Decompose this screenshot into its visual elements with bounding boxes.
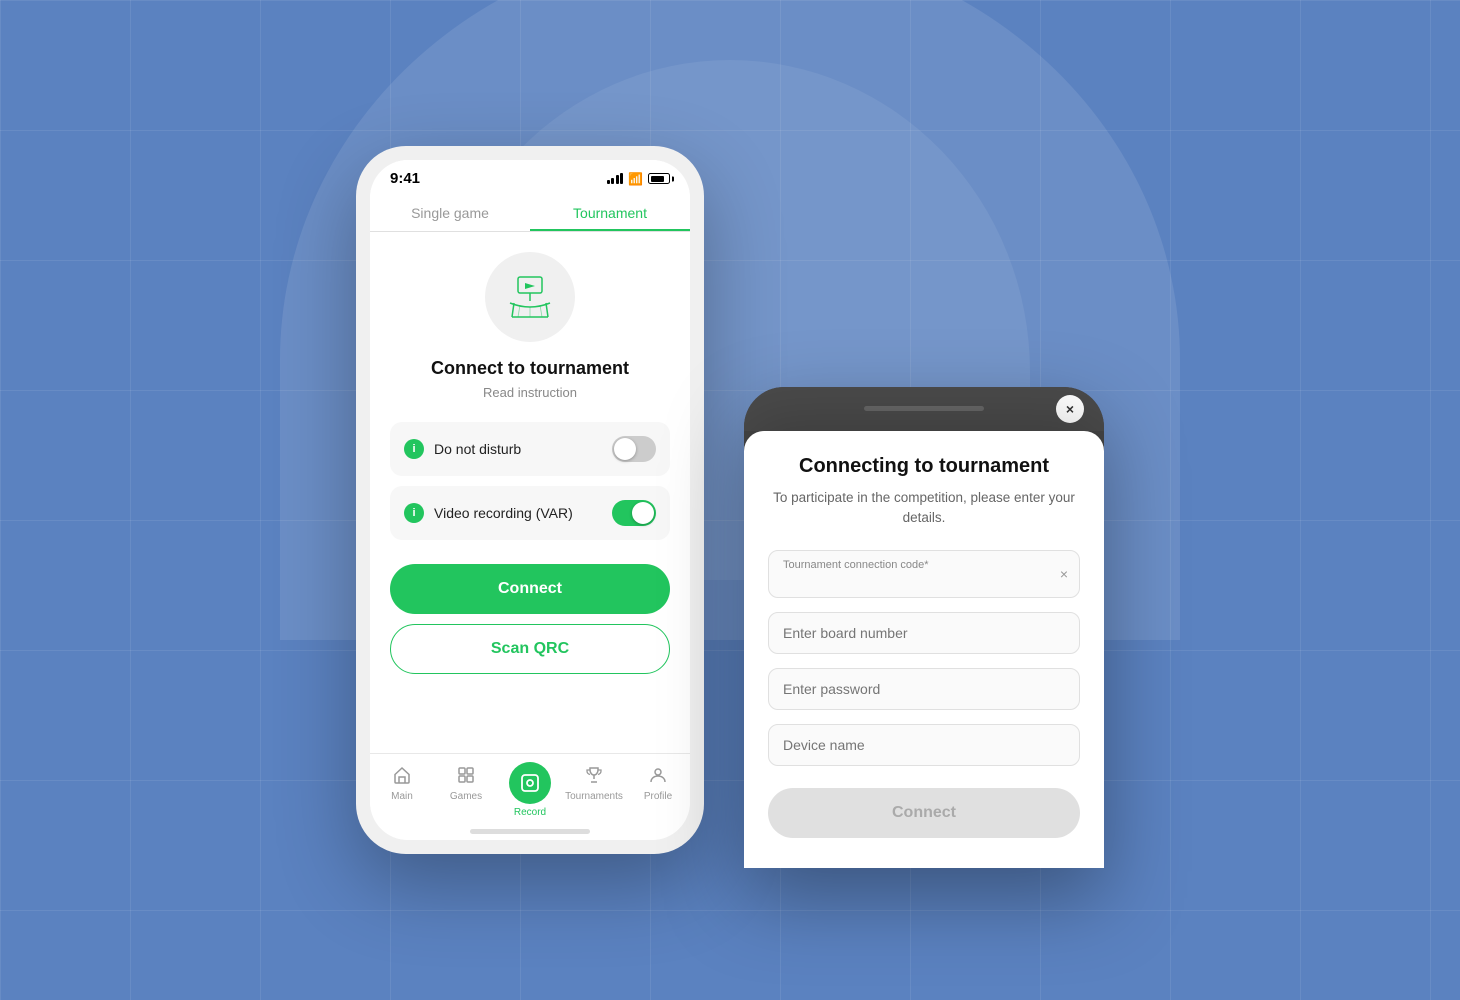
profile-icon [645, 762, 671, 788]
password-input[interactable] [768, 668, 1080, 710]
status-bar: 9:41 📶 [370, 160, 690, 193]
device-name-field-wrap [768, 724, 1080, 766]
phone-content: Connect to tournament Read instruction i… [370, 232, 690, 753]
video-recording-label: Video recording (VAR) [434, 505, 602, 521]
signal-icon [607, 173, 624, 184]
modal-description: To participate in the competition, pleas… [768, 488, 1080, 529]
info-icon-2: i [404, 503, 424, 523]
nav-main-label: Main [391, 791, 413, 802]
tab-bar: Single game Tournament [370, 193, 690, 232]
nav-record[interactable]: Record [498, 762, 562, 818]
nav-tournaments-label: Tournaments [565, 791, 623, 802]
do-not-disturb-row: i Do not disturb [390, 422, 670, 476]
nav-games[interactable]: Games [434, 762, 498, 818]
bottom-nav: Main Games [370, 753, 690, 822]
tournament-code-input-box[interactable]: Tournament connection code* [768, 550, 1080, 598]
tournament-code-input[interactable] [783, 573, 1013, 589]
tournaments-icon [581, 762, 607, 788]
do-not-disturb-toggle[interactable] [612, 436, 656, 462]
games-icon [453, 762, 479, 788]
home-indicator [370, 822, 690, 840]
battery-icon [648, 173, 670, 184]
tab-single-game[interactable]: Single game [370, 193, 530, 231]
tournament-icon-wrap [485, 252, 575, 342]
modal-title: Connecting to tournament [768, 455, 1080, 478]
phone-1: 9:41 📶 Single game Tourn [356, 146, 704, 854]
nav-games-label: Games [450, 791, 482, 802]
tournament-code-label: Tournament connection code* [783, 559, 1039, 571]
home-icon [389, 762, 415, 788]
nav-profile-label: Profile [644, 791, 672, 802]
read-instruction: Read instruction [483, 385, 577, 400]
modal-content: Connecting to tournament To participate … [744, 431, 1104, 869]
device-name-input[interactable] [768, 724, 1080, 766]
status-icons: 📶 [607, 172, 670, 186]
info-icon-1: i [404, 439, 424, 459]
modal-connect-button[interactable]: Connect [768, 788, 1080, 838]
nav-record-label: Record [514, 807, 546, 818]
status-time: 9:41 [390, 170, 420, 187]
tournament-code-field-wrap: Tournament connection code* × [768, 550, 1080, 598]
input-clear-icon[interactable]: × [1060, 566, 1068, 582]
record-icon [509, 762, 551, 804]
nav-tournaments[interactable]: Tournaments [562, 762, 626, 818]
modal-phone: × Connecting to tournament To participat… [744, 387, 1104, 869]
modal-close-button[interactable]: × [1056, 395, 1084, 423]
modal-notch [864, 406, 984, 411]
wifi-icon: 📶 [628, 172, 643, 186]
password-field-wrap [768, 668, 1080, 710]
tab-tournament[interactable]: Tournament [530, 193, 690, 231]
scan-qrc-button[interactable]: Scan QRC [390, 624, 670, 674]
do-not-disturb-label: Do not disturb [434, 441, 602, 457]
nav-main[interactable]: Main [370, 762, 434, 818]
video-recording-toggle[interactable] [612, 500, 656, 526]
nav-profile[interactable]: Profile [626, 762, 690, 818]
modal-dark-header: × [744, 387, 1104, 431]
tournament-illustration [500, 267, 560, 327]
video-recording-row: i Video recording (VAR) [390, 486, 670, 540]
board-number-input[interactable] [768, 612, 1080, 654]
connect-title: Connect to tournament [431, 358, 629, 379]
board-number-field-wrap [768, 612, 1080, 654]
connect-button[interactable]: Connect [390, 564, 670, 614]
